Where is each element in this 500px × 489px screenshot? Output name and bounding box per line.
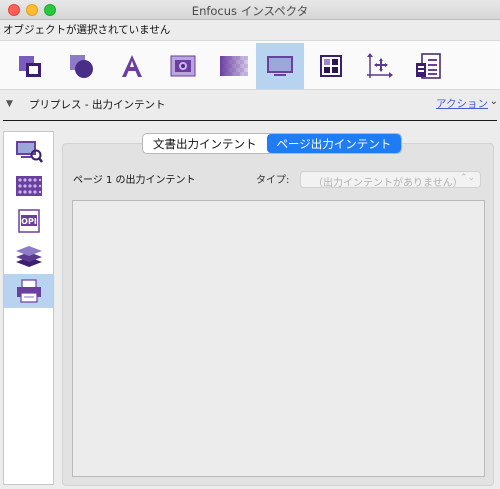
move-axes-icon	[367, 53, 393, 78]
transparency-tool-button[interactable]	[210, 43, 258, 89]
section-header: ▼ プリプレス - 出力インテント アクション ⌄	[0, 91, 500, 117]
layers-stack-icon	[15, 246, 42, 267]
opi-label: OPI	[21, 217, 37, 226]
position-tool-button[interactable]	[355, 43, 403, 89]
inspector-toolbar	[0, 40, 500, 90]
halftone-dots-icon	[15, 176, 42, 196]
prepress-sidebar: OPI	[3, 131, 54, 485]
sidebar-item-opi[interactable]: OPI	[4, 204, 53, 238]
fill-stroke-tool-button[interactable]	[57, 43, 105, 89]
chevron-down-icon[interactable]: ⌄	[490, 96, 498, 107]
image-tool-button[interactable]	[159, 43, 207, 89]
monitor-icon	[267, 56, 293, 76]
page-intent-label: ページ 1 の出力インテント	[73, 175, 196, 186]
printer-icon	[16, 279, 41, 303]
intent-tab-control: 文書出力インテント ページ出力インテント	[142, 133, 403, 154]
object-square-icon	[19, 56, 41, 77]
document-list-icon	[416, 53, 441, 79]
disclosure-triangle-icon[interactable]: ▼	[6, 99, 13, 109]
camera-icon	[170, 55, 196, 77]
type-label: タイプ:	[256, 175, 290, 186]
prepress-tool-button[interactable]	[256, 43, 304, 89]
type-select[interactable]: （出力インテントがありません） ⌃⌄	[300, 171, 481, 189]
opi-icon: OPI	[17, 209, 40, 233]
sidebar-item-halftone[interactable]	[4, 169, 53, 203]
selection-status: オブジェクトが選択されていません	[3, 24, 171, 36]
type-select-value: （出力インテントがありません）	[313, 178, 463, 189]
tab-document-intent[interactable]: 文書出力インテント	[143, 134, 266, 153]
color-shapes-icon	[70, 55, 93, 78]
sidebar-item-preview[interactable]	[4, 134, 53, 168]
text-tool-button[interactable]	[108, 43, 156, 89]
window-title: Enfocus インスペクタ	[191, 4, 309, 18]
object-tool-button[interactable]	[6, 43, 54, 89]
title-bar: Enfocus インスペクタ	[0, 0, 500, 20]
action-menu-link[interactable]: アクション	[436, 96, 488, 111]
tab-page-intent[interactable]: ページ出力インテント	[266, 134, 402, 153]
select-arrows-icon: ⌃⌄	[459, 173, 475, 183]
sidebar-item-output[interactable]	[4, 274, 53, 308]
color-grid-icon	[320, 55, 342, 77]
sidebar-item-layers[interactable]	[4, 239, 53, 273]
text-a-icon	[122, 55, 142, 77]
intent-list-box[interactable]	[72, 200, 485, 477]
color-tool-button[interactable]	[307, 43, 355, 89]
section-divider	[3, 120, 497, 121]
monitor-magnify-icon	[15, 141, 43, 163]
section-title: プリプレス - 出力インテント	[29, 99, 166, 111]
transparency-checker-icon	[220, 56, 248, 76]
document-tool-button[interactable]	[404, 43, 452, 89]
